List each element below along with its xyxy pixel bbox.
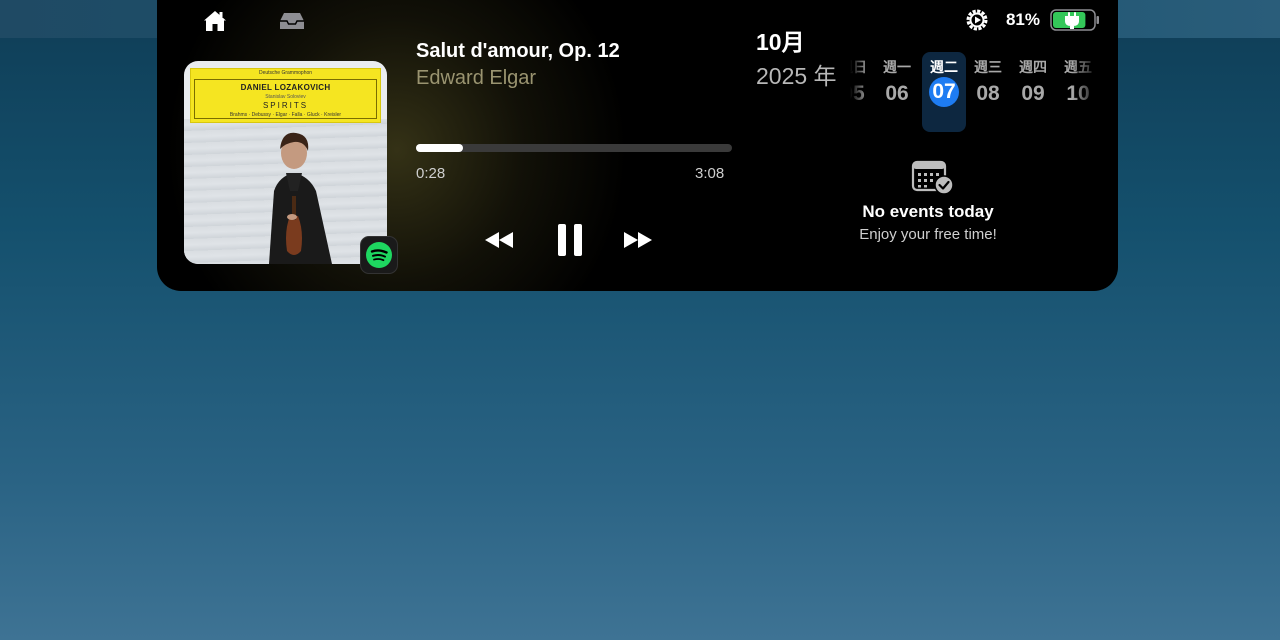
day-name: 週二: [930, 59, 958, 75]
previous-track-button[interactable]: [484, 228, 514, 252]
notch-panel: 81% Deutsche Grammophon DANIEL LOZAKOVIC…: [157, 0, 1118, 291]
pause-icon: [558, 224, 582, 256]
battery-icon[interactable]: [1050, 9, 1100, 31]
day-name: 週日: [850, 59, 867, 75]
progress-bar[interactable]: [416, 144, 732, 152]
day-date: 06: [885, 82, 909, 105]
day-date: 05: [850, 82, 865, 105]
play-pause-button[interactable]: [555, 220, 585, 260]
next-track-button[interactable]: [623, 228, 653, 252]
no-events-subtitle: Enjoy your free time!: [859, 226, 997, 243]
track-title: Salut d'amour, Op. 12: [416, 40, 620, 62]
cover-label: Deutsche Grammophon DANIEL LOZAKOVICH St…: [190, 68, 381, 123]
status-area: 81%: [964, 6, 1100, 34]
day-date: 10: [1066, 82, 1090, 105]
gear-play-icon[interactable]: [964, 7, 990, 33]
cover-brand: Deutsche Grammophon: [258, 70, 313, 76]
fast-forward-icon: [624, 232, 652, 248]
day-date: 08: [976, 82, 1000, 105]
day-cell-selected[interactable]: 週二 07: [922, 52, 966, 132]
cover-violinist-figure: [269, 132, 332, 264]
progress-fill: [416, 144, 464, 152]
calendar-year: 2025 年: [756, 63, 837, 89]
day-name: 週四: [1019, 59, 1047, 75]
track-artist: Edward Elgar: [416, 67, 537, 89]
day-name: 週五: [1064, 59, 1092, 75]
day-date-selected: 07: [929, 77, 959, 107]
week-strip[interactable]: 週日 05 週一 06 週二 07 週三 08 週四 09 週五 10: [850, 52, 1100, 132]
spotify-icon: [366, 242, 392, 268]
no-events-title: No events today: [862, 202, 994, 221]
album-cover[interactable]: Deutsche Grammophon DANIEL LOZAKOVICH St…: [184, 61, 387, 264]
cover-subtitle: Stanislav Soloviev: [265, 94, 306, 100]
total-time: 3:08: [695, 165, 725, 182]
home-icon[interactable]: [203, 9, 227, 33]
tray-icon[interactable]: [279, 11, 305, 31]
day-name: 週一: [883, 59, 911, 75]
day-cell[interactable]: 週日 05: [850, 52, 875, 132]
elapsed-time: 0:28: [416, 165, 446, 182]
battery-percentage: 81%: [1005, 10, 1040, 29]
day-cell[interactable]: 週三 08: [966, 52, 1010, 132]
day-cell[interactable]: 週五 10: [1056, 52, 1100, 132]
calendar-check-icon: [911, 160, 954, 195]
spotify-source-button[interactable]: [360, 236, 398, 274]
cover-composers: Brahms · Debussy · Elgar · Falla · Gluck…: [229, 112, 342, 118]
day-cell[interactable]: 週四 09: [1011, 52, 1055, 132]
cover-title: SPIRITS: [262, 101, 309, 110]
rewind-icon: [485, 232, 513, 248]
day-name: 週三: [974, 59, 1002, 75]
day-date: 09: [1021, 82, 1045, 105]
cover-artist: DANIEL LOZAKOVICH: [240, 83, 331, 92]
day-cell[interactable]: 週一 06: [875, 52, 919, 132]
calendar-month: 10月: [756, 29, 805, 55]
